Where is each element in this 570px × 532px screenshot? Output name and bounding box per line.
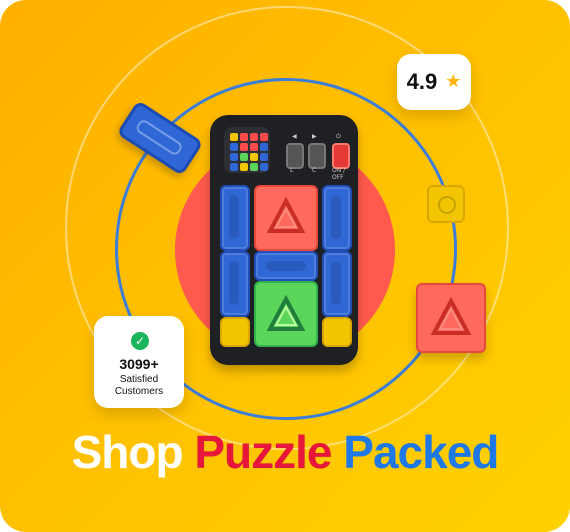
customers-label-line2: Customers [114, 386, 164, 397]
yellow-block-right [322, 317, 352, 347]
green-block [254, 281, 318, 347]
blue-block-right-top [322, 185, 352, 251]
center-button[interactable] [308, 143, 326, 169]
left-arrow-icon: ◀ [292, 133, 297, 140]
star-icon: ★ [445, 71, 462, 92]
right-arrow-icon: ▶ [312, 133, 317, 140]
left-button[interactable] [286, 143, 304, 169]
floating-yellow-piece [427, 185, 465, 223]
device-controls: ◀ ▶ ⏻ L C ON / OFF [282, 133, 352, 181]
blue-block-left-top [220, 185, 250, 251]
rating-value: 4.9 [406, 69, 438, 94]
customers-count: 3099+ [119, 356, 159, 372]
rating-badge: 4.9 ★ [397, 54, 471, 110]
power-switch[interactable] [332, 143, 350, 169]
left-button-label: L [290, 167, 294, 174]
promo-card: ◀ ▶ ⏻ L C ON / OFF 4.9 ★ ✓ 3099+ Satisfi… [0, 0, 570, 532]
headline: Shop Puzzle Packed [0, 425, 570, 479]
yellow-block-left [220, 317, 250, 347]
red-block [254, 185, 318, 251]
triangle-icon [430, 296, 472, 335]
check-icon: ✓ [131, 332, 149, 350]
blue-horizontal-block [254, 251, 318, 281]
power-label: ON / OFF [332, 167, 346, 181]
floating-red-piece [416, 283, 486, 353]
puzzle-board [220, 185, 352, 355]
customers-badge: ✓ 3099+ Satisfied Customers [94, 316, 184, 408]
customers-label: Satisfied Customers [94, 374, 184, 398]
puzzle-device: ◀ ▶ ⏻ L C ON / OFF [204, 115, 364, 365]
triangle-icon [266, 294, 306, 331]
blue-block-left-middle [220, 251, 250, 317]
triangle-icon [266, 196, 306, 233]
headline-word-puzzle: Puzzle [194, 426, 332, 478]
customers-label-line1: Satisfied [119, 374, 159, 385]
blue-block-right-middle [322, 251, 352, 317]
headline-word-shop: Shop [71, 426, 184, 478]
headline-word-packed: Packed [343, 426, 499, 478]
device-screen [224, 127, 270, 173]
center-button-label: C [312, 167, 317, 174]
power-icon: ⏻ [336, 133, 341, 140]
